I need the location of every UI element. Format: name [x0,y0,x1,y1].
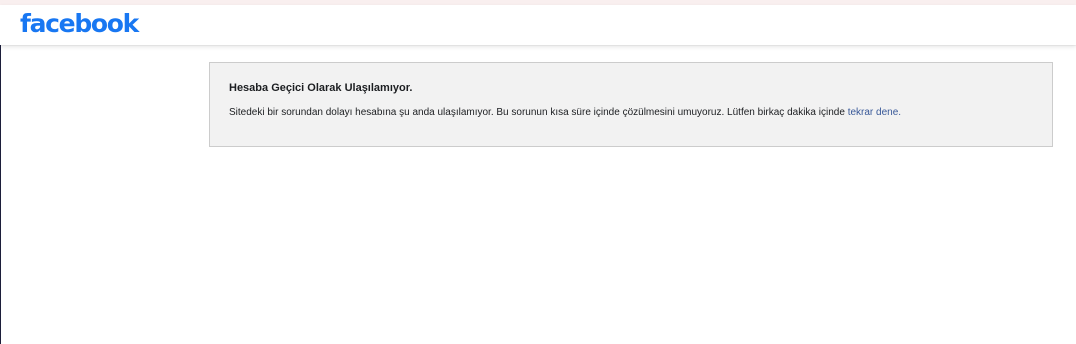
top-header: facebook [0,5,1076,45]
error-title: Hesaba Geçici Olarak Ulaşılamıyor. [229,82,413,94]
error-message: Sitedeki bir sorundan dolayı hesabına şu… [229,107,901,118]
error-message-text: Sitedeki bir sorundan dolayı hesabına şu… [229,107,848,118]
retry-link[interactable]: tekrar dene. [848,107,901,118]
error-box: Hesaba Geçici Olarak Ulaşılamıyor. Sited… [209,62,1053,147]
left-edge-divider [0,45,1,344]
facebook-logo[interactable]: facebook [20,7,139,41]
